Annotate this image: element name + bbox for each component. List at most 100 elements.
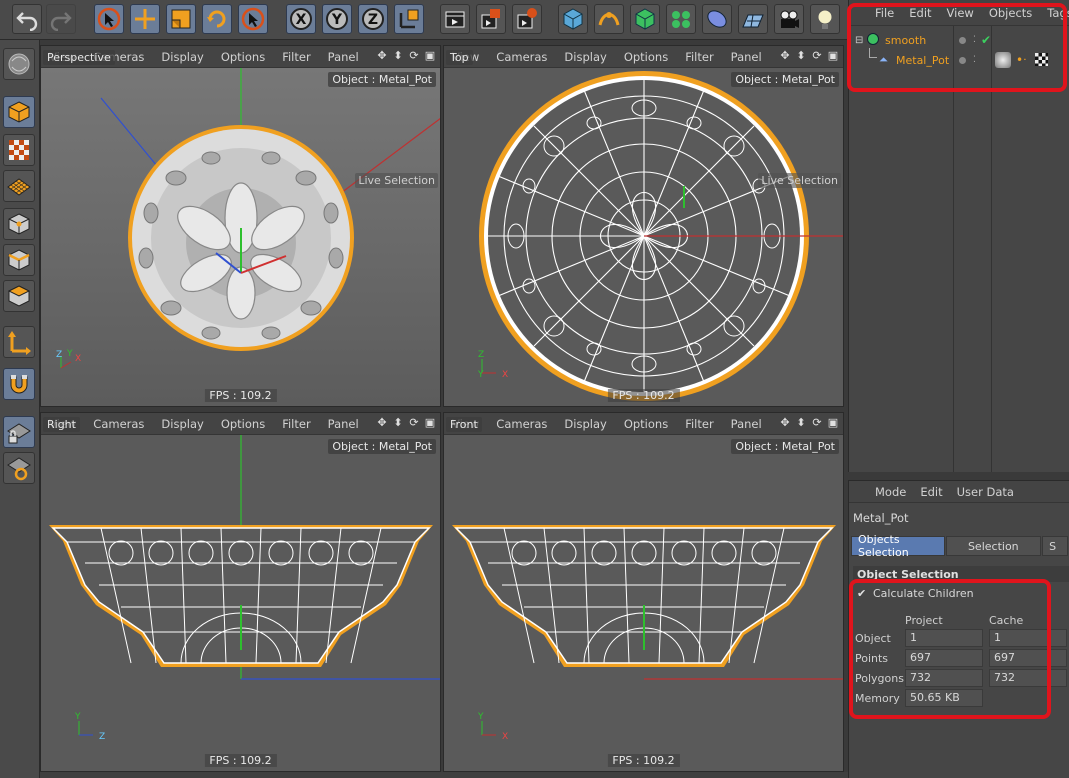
light-button[interactable] [810, 4, 840, 34]
coordinate-system-button[interactable] [394, 4, 424, 34]
render-settings-button[interactable] [512, 4, 542, 34]
select-tool-button[interactable] [94, 4, 124, 34]
model-mode-button[interactable] [3, 96, 35, 128]
object-name[interactable]: smooth [885, 34, 926, 47]
menu-filter[interactable]: Filter [282, 50, 310, 64]
dolly-icon[interactable]: ⬍ [795, 49, 807, 63]
make-editable-button[interactable] [3, 48, 35, 80]
menu-cameras[interactable]: Cameras [93, 417, 144, 431]
viewport-front[interactable]: View Cameras Display Options Filter Pane… [443, 412, 844, 772]
menu-options[interactable]: Options [221, 417, 265, 431]
texture-tag-icon[interactable] [1035, 53, 1048, 66]
workplane-lock-button[interactable] [3, 416, 35, 448]
menu-panel[interactable]: Panel [731, 417, 762, 431]
workplane-mode-button[interactable] [3, 170, 35, 202]
menu-display[interactable]: Display [161, 50, 203, 64]
tab-objects-selection[interactable]: Objects Selection [851, 533, 945, 559]
pan-icon[interactable]: ✥ [779, 49, 791, 63]
visibility-dot[interactable] [959, 56, 966, 64]
svg-text:X: X [502, 370, 508, 380]
menu-file[interactable]: File [875, 6, 894, 20]
menu-options[interactable]: Options [221, 50, 265, 64]
menu-display[interactable]: Display [564, 417, 606, 431]
move-tool-button[interactable] [130, 4, 160, 34]
menu-cameras[interactable]: Cameras [496, 50, 547, 64]
menu-filter[interactable]: Filter [685, 50, 713, 64]
pan-icon[interactable]: ✥ [376, 416, 388, 430]
menu-display[interactable]: Display [564, 50, 606, 64]
menu-display[interactable]: Display [161, 417, 203, 431]
cloner-button[interactable] [666, 4, 696, 34]
render-view-button[interactable] [440, 4, 470, 34]
dolly-icon[interactable]: ⬍ [392, 416, 404, 430]
axis-mode-button[interactable] [3, 326, 35, 358]
spline-pen-button[interactable] [594, 4, 624, 34]
scale-tool-button[interactable] [166, 4, 196, 34]
menu-mode[interactable]: Mode [875, 485, 906, 499]
y-axis-lock-button[interactable]: Y [322, 4, 352, 34]
edges-mode-button[interactable] [3, 244, 35, 276]
maximize-icon[interactable]: ▣ [827, 49, 839, 63]
menu-panel[interactable]: Panel [328, 50, 359, 64]
texture-mode-button[interactable] [3, 134, 35, 166]
checkmark-icon[interactable]: ✔ [857, 588, 867, 599]
snap-button[interactable] [3, 368, 35, 400]
polygons-mode-button[interactable] [3, 280, 35, 312]
menu-tags[interactable]: Tags [1047, 6, 1069, 20]
tab-selection[interactable]: Selection [945, 536, 1042, 556]
dolly-icon[interactable]: ⬍ [795, 416, 807, 430]
viewport-perspective[interactable]: View Cameras Display Options Filter Pane… [40, 45, 441, 407]
render-visibility-dot[interactable]: ⁚ [973, 55, 976, 65]
menu-panel[interactable]: Panel [328, 417, 359, 431]
rotate-tool-button[interactable] [202, 4, 232, 34]
enabled-check-icon[interactable]: ✔ [981, 33, 991, 47]
maximize-icon[interactable]: ▣ [424, 416, 436, 430]
selection-tag-icon[interactable]: •ᐧ [1016, 53, 1026, 67]
menu-user-data[interactable]: User Data [957, 485, 1014, 499]
menu-view[interactable]: View [947, 6, 974, 20]
menu-cameras[interactable]: Cameras [496, 417, 547, 431]
viewport-right[interactable]: View Cameras Display Options Filter Pane… [40, 412, 441, 772]
deformer-button[interactable] [702, 4, 732, 34]
menu-panel[interactable]: Panel [731, 50, 762, 64]
redo-button[interactable] [46, 4, 76, 34]
maximize-icon[interactable]: ▣ [827, 416, 839, 430]
menu-options[interactable]: Options [624, 417, 668, 431]
viewport-top[interactable]: View Cameras Display Options Filter Pane… [443, 45, 844, 407]
orbit-icon[interactable]: ⟳ [408, 49, 420, 63]
menu-edit[interactable]: Edit [920, 485, 942, 499]
recent-tool-button[interactable] [238, 4, 268, 34]
object-row-metal-pot[interactable]: ⏶ Metal_Pot ⁚ •ᐧ [849, 48, 1069, 70]
subdivision-button[interactable] [630, 4, 660, 34]
object-name[interactable]: Metal_Pot [896, 54, 949, 67]
render-picture-viewer-button[interactable] [476, 4, 506, 34]
menu-filter[interactable]: Filter [685, 417, 713, 431]
pan-icon[interactable]: ✥ [376, 49, 388, 63]
calculate-children-checkbox[interactable]: ✔ Calculate Children [857, 587, 974, 600]
collapse-icon[interactable]: ⊟ [855, 35, 863, 46]
camera-button[interactable] [774, 4, 804, 34]
points-mode-button[interactable] [3, 208, 35, 240]
material-tag-icon[interactable] [995, 52, 1011, 68]
menu-edit[interactable]: Edit [909, 6, 931, 20]
maximize-icon[interactable]: ▣ [424, 49, 436, 63]
object-row-smooth[interactable]: ⊟ smooth ⁚ ✔ [849, 30, 1069, 50]
z-axis-lock-button[interactable]: Z [358, 4, 388, 34]
orbit-icon[interactable]: ⟳ [408, 416, 420, 430]
floor-button[interactable] [738, 4, 768, 34]
menu-options[interactable]: Options [624, 50, 668, 64]
menu-filter[interactable]: Filter [282, 417, 310, 431]
cube-primitive-button[interactable] [558, 4, 588, 34]
menu-objects[interactable]: Objects [989, 6, 1032, 20]
render-visibility-dot[interactable]: ⁚ [973, 35, 976, 45]
orbit-icon[interactable]: ⟳ [811, 49, 823, 63]
dolly-icon[interactable]: ⬍ [392, 49, 404, 63]
visibility-dot[interactable] [959, 36, 966, 44]
fps-readout: FPS : 109.2 [204, 389, 277, 402]
workplane-rotate-button[interactable] [3, 452, 35, 484]
x-axis-lock-button[interactable]: X [286, 4, 316, 34]
orbit-icon[interactable]: ⟳ [811, 416, 823, 430]
pan-icon[interactable]: ✥ [779, 416, 791, 430]
undo-button[interactable] [12, 4, 42, 34]
tab-more[interactable]: S [1042, 536, 1069, 556]
